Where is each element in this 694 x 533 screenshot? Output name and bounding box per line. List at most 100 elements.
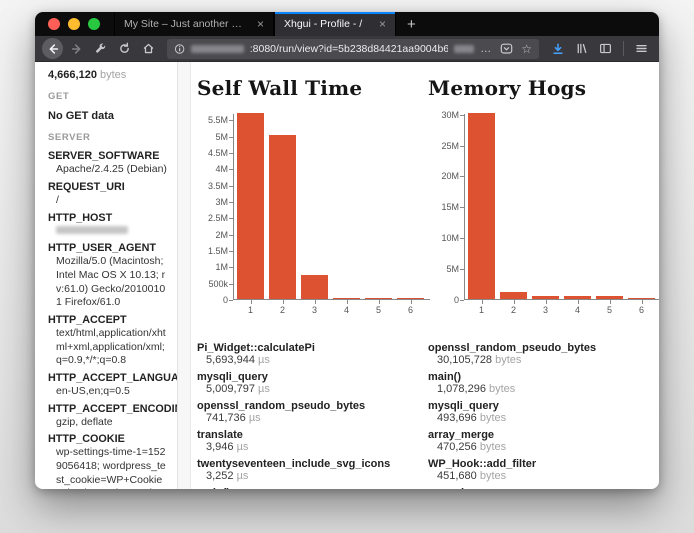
y-tick-label: 3.5M xyxy=(198,182,228,191)
function-name[interactable]: mysqli_query xyxy=(428,400,653,412)
y-tick-mark xyxy=(229,218,233,219)
function-value: 470,256 bytes xyxy=(428,441,653,453)
y-tick-mark xyxy=(229,169,233,170)
page-actions-icon[interactable]: … xyxy=(480,43,492,55)
chart-bar[interactable] xyxy=(468,113,495,299)
panel-title: Self Wall Time xyxy=(197,76,428,100)
function-value-unit: bytes xyxy=(480,441,506,453)
function-name[interactable]: mysqli_query xyxy=(197,371,422,383)
redacted-value xyxy=(56,226,128,234)
sidebar-scrollbar[interactable] xyxy=(177,62,191,489)
reload-button[interactable] xyxy=(114,38,135,59)
y-tick-mark xyxy=(229,186,233,187)
close-tab-icon[interactable]: × xyxy=(257,18,264,30)
function-name[interactable]: translate xyxy=(197,429,422,441)
function-name[interactable]: openssl_random_pseudo_bytes xyxy=(197,400,422,412)
function-name[interactable]: openssl_random_pseudo_bytes xyxy=(428,342,653,354)
function-item: mysqli_query493,696 bytes xyxy=(428,400,653,424)
sidebar-toggle-button[interactable] xyxy=(595,38,616,59)
chart-bar[interactable] xyxy=(269,135,296,299)
tab-xhgui-profile[interactable]: Xhgui - Profile - / × xyxy=(274,12,396,36)
y-tick-label: 3M xyxy=(198,198,228,207)
chart-bar[interactable] xyxy=(500,292,527,299)
download-icon xyxy=(551,42,565,56)
chart-bar[interactable] xyxy=(596,296,623,299)
new-tab-button[interactable]: + xyxy=(396,12,427,36)
y-tick-label: 30M xyxy=(429,111,459,120)
x-tick-label: 2 xyxy=(269,305,296,315)
chart-bar[interactable] xyxy=(365,298,392,299)
server-var-value: gzip, deflate xyxy=(48,416,167,430)
y-tick-label: 10M xyxy=(429,234,459,243)
server-var-value xyxy=(48,225,167,239)
url-bar[interactable]: :8080/run/view?id=5b238d84421aa9004b680 … xyxy=(167,39,539,59)
function-item: twentyseventeen_include_svg_icons3,252 µ… xyxy=(197,458,422,482)
chart-bar[interactable] xyxy=(301,275,328,299)
y-tick-label: 4M xyxy=(198,165,228,174)
function-name[interactable]: Pi_Widget::calculatePi xyxy=(197,342,422,354)
chart-bar[interactable] xyxy=(333,298,360,299)
y-tick-mark xyxy=(460,115,464,116)
pocket-icon[interactable] xyxy=(500,43,513,55)
memory-usage: 4,666,120 bytes xyxy=(48,68,167,82)
memory-hogs-list: openssl_random_pseudo_bytes30,105,728 by… xyxy=(428,342,659,489)
server-var-key: HTTP_HOST xyxy=(48,211,167,225)
function-value-unit: µs xyxy=(258,383,270,395)
url-bar-actions: … ☆ xyxy=(480,42,532,56)
function-name[interactable]: main() xyxy=(197,487,422,489)
site-info-icon[interactable] xyxy=(174,43,185,55)
function-item: translate3,946 µs xyxy=(197,429,422,453)
function-item: array_merge470,256 bytes xyxy=(428,429,653,453)
navigation-toolbar: :8080/run/view?id=5b238d84421aa9004b680 … xyxy=(35,36,659,62)
minimize-window-button[interactable] xyxy=(68,18,80,30)
x-tick-label: 4 xyxy=(333,305,360,315)
desktop-background: My Site – Just another WordPress s × Xhg… xyxy=(0,0,694,533)
reload-icon xyxy=(118,42,131,55)
function-name[interactable]: array_keys xyxy=(428,487,653,489)
chart-bar[interactable] xyxy=(237,113,264,299)
back-button[interactable] xyxy=(42,38,63,59)
hamburger-menu-icon xyxy=(635,42,648,55)
x-tick-label: 6 xyxy=(397,305,424,315)
function-item: openssl_random_pseudo_bytes30,105,728 by… xyxy=(428,342,653,366)
home-button[interactable] xyxy=(138,38,159,59)
home-icon xyxy=(142,42,155,55)
function-item: WP_Hook::add_filter451,680 bytes xyxy=(428,458,653,482)
chart-bar[interactable] xyxy=(532,296,559,299)
redacted-host xyxy=(191,45,244,53)
self-wall-time-panel: Self Wall Time 0500k1M1.5M2M2.5M3M3.5M4M… xyxy=(197,74,428,489)
function-value: 5,693,944 µs xyxy=(197,354,422,366)
window-controls xyxy=(35,12,114,36)
function-value-unit: bytes xyxy=(480,470,506,482)
chart-bar[interactable] xyxy=(628,298,655,299)
function-name[interactable]: main() xyxy=(428,371,653,383)
library-button[interactable] xyxy=(571,38,592,59)
close-window-button[interactable] xyxy=(48,18,60,30)
chart-bar[interactable] xyxy=(397,298,424,299)
function-value-unit: µs xyxy=(237,470,249,482)
function-item: mysqli_query5,009,797 µs xyxy=(197,371,422,395)
function-name[interactable]: twentyseventeen_include_svg_icons xyxy=(197,458,422,470)
x-tick-mark xyxy=(251,300,252,304)
bookmark-star-icon[interactable]: ☆ xyxy=(521,42,532,56)
function-name[interactable]: WP_Hook::add_filter xyxy=(428,458,653,470)
zoom-window-button[interactable] xyxy=(88,18,100,30)
page-tools-button[interactable] xyxy=(90,38,111,59)
menu-button[interactable] xyxy=(631,38,652,59)
y-tick-label: 0 xyxy=(198,296,228,305)
chart-bar[interactable] xyxy=(564,296,591,299)
downloads-button[interactable] xyxy=(547,38,568,59)
function-value: 30,105,728 bytes xyxy=(428,354,653,366)
close-tab-icon[interactable]: × xyxy=(379,18,386,30)
server-var-key: HTTP_USER_AGENT xyxy=(48,241,167,255)
function-name[interactable]: array_merge xyxy=(428,429,653,441)
x-tick-mark xyxy=(315,300,316,304)
function-value-unit: µs xyxy=(249,412,261,424)
y-tick-mark xyxy=(229,284,233,285)
forward-button[interactable] xyxy=(66,38,87,59)
y-tick-mark xyxy=(460,238,464,239)
y-tick-label: 1M xyxy=(198,263,228,272)
chart-plot: 0500k1M1.5M2M2.5M3M3.5M4M4.5M5M5.5M12345… xyxy=(233,114,430,300)
memory-unit: bytes xyxy=(100,69,126,81)
tab-wordpress-site[interactable]: My Site – Just another WordPress s × xyxy=(114,12,274,36)
